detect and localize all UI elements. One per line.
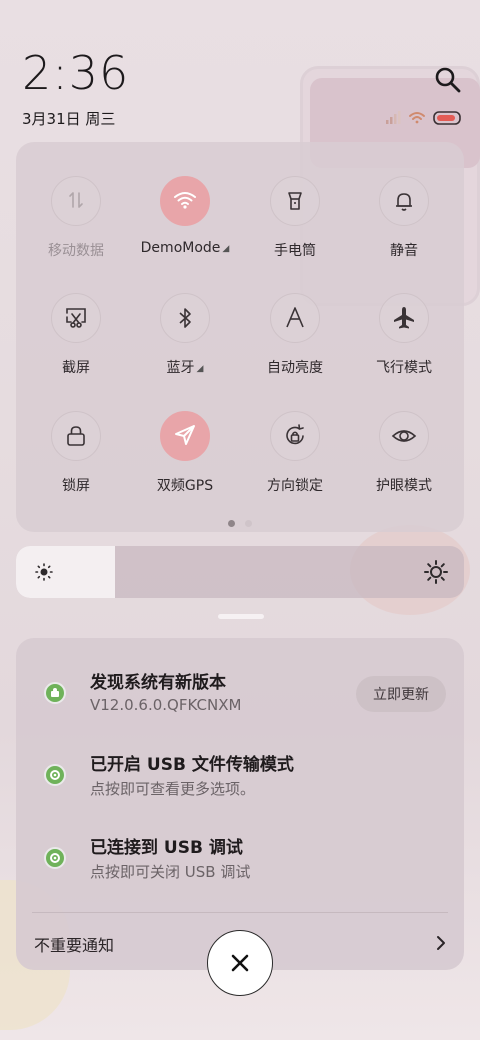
date: 3月31日 周三 [22,110,116,128]
mobile-data-icon [69,192,83,208]
qs-tile-button[interactable] [379,293,429,343]
qs-tile-flashlight[interactable]: 手电筒 [240,176,350,276]
qs-tile-auto-brightness[interactable]: 自动亮度 [240,293,350,393]
wifi-status-icon [409,112,425,124]
divider [32,912,448,913]
gps-icon [175,425,195,445]
qs-tile-lock[interactable]: 锁屏 [21,411,131,511]
unimportant-notifications-link[interactable]: 不重要通知 [34,932,114,956]
settings-gear-icon [44,764,66,786]
qs-tile-bluetooth[interactable]: 蓝牙 ◢ [130,293,240,393]
qs-tile-label: 锁屏 [21,475,131,495]
qs-tile-button[interactable] [160,176,210,226]
qs-tile-label-text: 截屏 [62,360,90,376]
search-icon [435,67,461,93]
qs-tile-airplane[interactable]: 飞行模式 [349,293,459,393]
page-indicator [226,520,256,528]
qs-tile-label: 截屏 [21,357,131,377]
qs-tile-screenshot[interactable]: 截屏 [21,293,131,393]
eye-icon [391,430,417,442]
qs-tile-button[interactable] [270,293,320,343]
qs-tile-label: 手电筒 [240,240,350,260]
notification-subtitle: 点按即可关闭 USB 调试 [90,863,251,881]
qs-tile-label: 自动亮度 [240,357,350,377]
qs-tile-label-text: DemoMode [140,240,221,256]
qs-tile-label: DemoMode ◢ [130,240,240,256]
notification-title: 已连接到 USB 调试 [90,838,243,858]
notification-usb-transfer[interactable]: 已开启 USB 文件传输模式 点按即可查看更多选项。 [16,750,464,820]
drag-handle[interactable] [218,614,264,619]
qs-tile-label-text: 双频GPS [156,478,214,494]
qs-tile-label-text: 移动数据 [48,243,104,259]
qs-tile-label: 蓝牙 ◢ [130,357,240,377]
wifi-icon [174,192,196,209]
lock-icon [67,426,85,446]
settings-gear-icon [44,847,66,869]
search-button[interactable] [434,66,462,94]
rotation-lock-icon [286,424,304,445]
qs-tile-button[interactable] [51,411,101,461]
brightness-slider[interactable] [16,546,464,598]
qs-tile-button[interactable] [160,411,210,461]
qs-tile-label-text: 蓝牙 [166,360,195,376]
notification-title: 发现系统有新版本 [90,673,226,693]
notification-system-update[interactable]: 发现系统有新版本 V12.0.6.0.QFKCNXM 立即更新 [16,668,464,738]
bluetooth-icon [179,308,191,328]
qs-tile-label: 双频GPS [130,475,240,495]
qs-tile-label-text: 飞行模式 [376,360,432,376]
qs-tile-button[interactable] [51,176,101,226]
close-icon [231,954,249,972]
notification-subtitle: 点按即可查看更多选项。 [90,780,256,798]
qs-tile-button[interactable] [270,411,320,461]
brightness-high-icon [424,560,448,584]
page-dot-active [228,520,235,527]
qs-tile-button[interactable] [270,176,320,226]
signal-icon [386,111,401,124]
notification-subtitle: V12.0.6.0.QFKCNXM [90,696,242,714]
qs-tile-label: 护眼模式 [349,475,459,495]
bell-icon [396,193,412,211]
qs-tile-button[interactable] [379,176,429,226]
brightness-fill [16,546,115,598]
qs-tile-label-text: 自动亮度 [267,360,323,376]
qs-tile-label: 静音 [349,240,459,260]
flashlight-icon [288,192,302,210]
notification-usb-debug[interactable]: 已连接到 USB 调试 点按即可关闭 USB 调试 [16,833,464,903]
clock: 2:36 [22,46,130,100]
qs-tile-label-text: 静音 [390,243,418,259]
qs-tile-wifi[interactable]: DemoMode ◢ [130,176,240,276]
screenshot-icon [66,308,86,328]
qs-tile-label: 飞行模式 [349,357,459,377]
clear-all-button[interactable] [207,930,273,996]
qs-tile-label-text: 护眼模式 [376,478,432,494]
expand-caret-icon: ◢ [222,244,230,254]
qs-tile-button[interactable] [160,293,210,343]
battery-icon [433,111,461,125]
airplane-icon [394,307,414,329]
qs-tile-label: 移动数据 [21,240,131,260]
qs-tile-rotation-lock[interactable]: 方向锁定 [240,411,350,511]
qs-tile-label: 方向锁定 [240,475,350,495]
qs-tile-button[interactable] [51,293,101,343]
qs-tile-label-text: 锁屏 [62,478,90,494]
qs-tile-mobile-data[interactable]: 移动数据 [21,176,131,276]
qs-tile-label-text: 手电筒 [274,243,316,259]
chevron-right-icon[interactable] [434,934,448,952]
qs-tile-bell[interactable]: 静音 [349,176,459,276]
qs-tile-button[interactable] [379,411,429,461]
notifications-panel: 发现系统有新版本 V12.0.6.0.QFKCNXM 立即更新 已开启 USB … [16,638,464,970]
qs-tile-eye[interactable]: 护眼模式 [349,411,459,511]
brightness-low-icon [35,563,53,581]
qs-tile-gps[interactable]: 双频GPS [130,411,240,511]
status-icons [384,108,464,128]
page-dot-inactive [245,520,252,527]
update-now-button[interactable]: 立即更新 [356,676,446,712]
android-update-icon [44,682,66,704]
expand-caret-icon: ◢ [196,364,204,374]
qs-tile-label-text: 方向锁定 [267,478,323,494]
notification-title: 已开启 USB 文件传输模式 [90,755,294,775]
auto-brightness-icon [286,307,304,328]
